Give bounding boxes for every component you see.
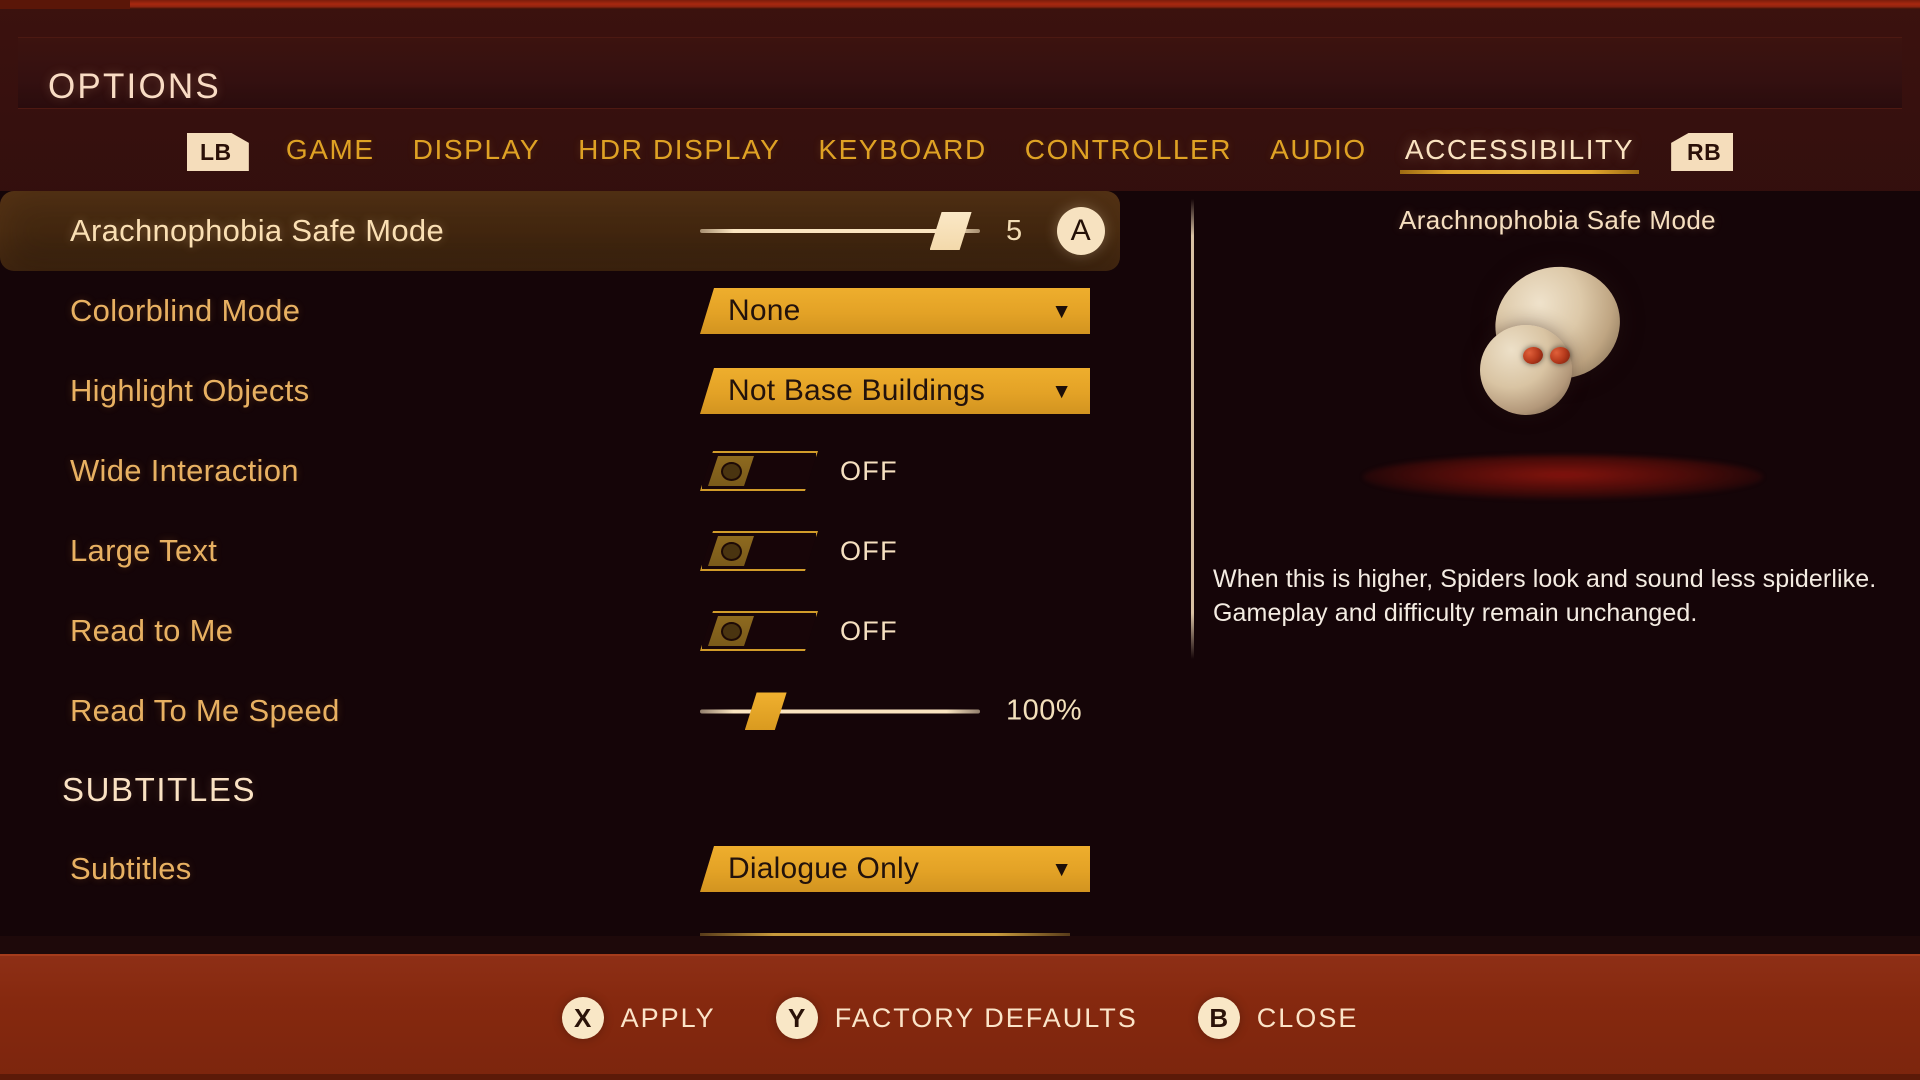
wide-interaction-toggle[interactable] [700,451,818,491]
slider-value: 5 [1006,214,1023,247]
option-row-subtitles[interactable]: Subtitles Dialogue Only ▼ [0,829,1192,909]
option-control: None ▼ [700,288,1090,334]
toggle-knob-icon [708,536,754,566]
options-list-pane: Arachnophobia Safe Mode 5 A Colorblind M… [0,191,1192,936]
arachnophobia-slider[interactable]: 5 [700,215,1023,248]
dropdown-value: Not Base Buildings [728,374,986,407]
preview-title: Arachnophobia Safe Mode [1398,205,1717,235]
option-control: OFF [700,611,898,651]
option-row-highlight-objects[interactable]: Highlight Objects Not Base Buildings ▼ [0,351,1192,431]
chevron-down-icon: ▼ [1051,857,1072,881]
option-label: Large Text [70,533,218,568]
top-accent-strip [0,0,1920,9]
toggle-knob-icon [708,616,754,646]
footer-bottom-edge [0,1074,1920,1080]
option-label: Read to Me [70,613,234,648]
large-text-toggle-wrap: OFF [700,531,898,571]
clipped-next-row-slider[interactable] [700,933,1070,936]
option-row-wide-interaction[interactable]: Wide Interaction OFF [0,431,1192,511]
option-label: Colorblind Mode [70,293,301,328]
slider-handle[interactable] [930,212,972,250]
option-control: 100% [700,695,1082,728]
subtitles-dropdown[interactable]: Dialogue Only ▼ [700,846,1090,892]
chevron-down-icon: ▼ [1051,299,1072,323]
option-label: Subtitles [70,851,192,886]
apply-label: APPLY [620,1002,716,1033]
factory-defaults-button[interactable]: Y FACTORY DEFAULTS [775,997,1138,1039]
highlight-objects-dropdown[interactable]: Not Base Buildings ▼ [700,368,1090,414]
page-title: OPTIONS [48,67,221,106]
tab-keyboard[interactable]: KEYBOARD [799,130,1005,174]
option-row-read-to-me-speed[interactable]: Read To Me Speed 100% [0,671,1192,751]
option-row-read-to-me[interactable]: Read to Me OFF [0,591,1192,671]
preview-ground-shadow [1363,455,1763,499]
read-to-me-toggle[interactable] [700,611,818,651]
dialog-header-bar [18,37,1902,109]
slider-value: 100% [1006,694,1083,727]
option-label: Highlight Objects [70,373,310,408]
b-button-icon: B [1197,997,1240,1039]
safe-mode-spider-blob-icon [1195,243,1920,553]
tab-hdr-display[interactable]: HDR DISPLAY [559,130,799,174]
tab-bar: LB GAME DISPLAY HDR DISPLAY KEYBOARD CON… [0,121,1920,183]
tab-audio[interactable]: AUDIO [1251,130,1386,174]
slider-track[interactable] [700,229,980,233]
close-label: CLOSE [1256,1002,1359,1033]
option-control: Not Base Buildings ▼ [700,368,1090,414]
dropdown-value: Dialogue Only [728,852,920,885]
tab-game[interactable]: GAME [267,130,394,174]
preview-description: When this is higher, Spiders look and so… [1213,565,1877,627]
option-row-arachnophobia-safe-mode[interactable]: Arachnophobia Safe Mode 5 A [0,191,1120,271]
slider-handle[interactable] [745,692,787,730]
option-row-colorblind-mode[interactable]: Colorblind Mode None ▼ [0,271,1192,351]
x-button-icon: X [561,997,604,1039]
options-list: Arachnophobia Safe Mode 5 A Colorblind M… [0,191,1192,909]
preview-pane: Arachnophobia Safe Mode When this is hig… [1195,191,1920,936]
colorblind-mode-dropdown[interactable]: None ▼ [700,288,1090,334]
dropdown-value: None [728,294,801,327]
options-body: Arachnophobia Safe Mode 5 A Colorblind M… [0,191,1920,936]
option-row-large-text[interactable]: Large Text OFF [0,511,1192,591]
top-accent-strip-edge [0,0,130,9]
option-control: Dialogue Only ▼ [700,846,1090,892]
apply-button[interactable]: X APPLY [561,997,716,1039]
section-header-subtitles: SUBTITLES [62,771,257,808]
left-bumper-icon[interactable]: LB [186,133,249,171]
footer-action-bar: X APPLY Y FACTORY DEFAULTS B CLOSE [0,954,1920,1080]
slider-track[interactable] [700,709,980,713]
option-label: Arachnophobia Safe Mode [70,213,444,248]
close-button[interactable]: B CLOSE [1197,997,1359,1039]
read-to-me-toggle-wrap: OFF [700,611,898,651]
a-button-badge-icon[interactable]: A [1056,207,1105,255]
pane-divider [1191,199,1194,659]
tab-controller[interactable]: CONTROLLER [1006,130,1251,174]
option-control: 5 A [700,207,1105,255]
tab-display[interactable]: DISPLAY [394,130,559,174]
option-control: OFF [700,451,898,491]
wide-interaction-toggle-wrap: OFF [700,451,898,491]
chevron-down-icon: ▼ [1051,379,1072,403]
toggle-value: OFF [840,615,898,646]
y-button-icon: Y [775,997,818,1039]
option-label: Read To Me Speed [70,693,340,728]
right-bumper-icon[interactable]: RB [1671,133,1734,171]
toggle-value: OFF [840,535,898,566]
tab-accessibility[interactable]: ACCESSIBILITY [1386,130,1653,174]
option-label: Wide Interaction [70,453,299,488]
large-text-toggle[interactable] [700,531,818,571]
options-screen: OPTIONS LB GAME DISPLAY HDR DISPLAY KEYB… [0,0,1920,1080]
options-dialog: OPTIONS LB GAME DISPLAY HDR DISPLAY KEYB… [0,9,1920,954]
toggle-knob-icon [708,456,754,486]
factory-defaults-label: FACTORY DEFAULTS [834,1002,1138,1033]
toggle-value: OFF [840,455,898,486]
read-to-me-speed-slider[interactable]: 100% [700,695,1082,728]
option-control: OFF [700,531,898,571]
blob-head [1480,325,1572,415]
